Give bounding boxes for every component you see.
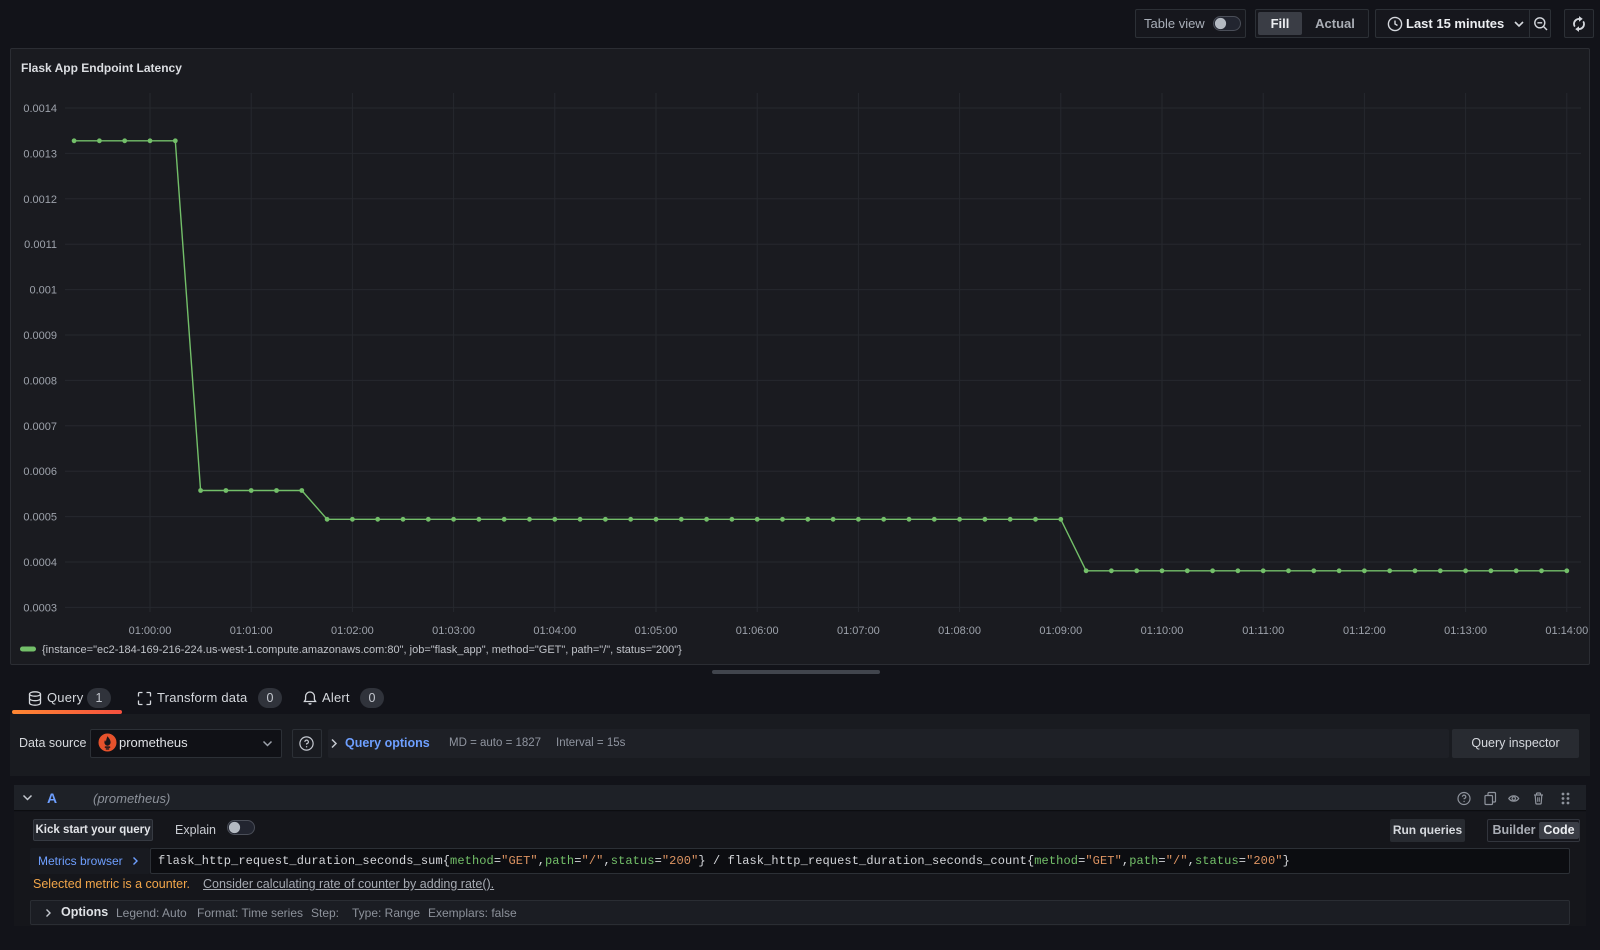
svg-text:01:09:00: 01:09:00 <box>1039 625 1082 637</box>
svg-text:0.0004: 0.0004 <box>23 557 57 569</box>
svg-text:01:02:00: 01:02:00 <box>331 625 374 637</box>
svg-text:01:01:00: 01:01:00 <box>230 625 273 637</box>
svg-text:{instance="ec2-184-169-216-224: {instance="ec2-184-169-216-224.us-west-1… <box>42 644 682 656</box>
svg-text:0.0013: 0.0013 <box>23 148 57 160</box>
svg-text:0.0007: 0.0007 <box>23 421 57 433</box>
svg-text:01:10:00: 01:10:00 <box>1141 625 1184 637</box>
svg-text:0.001: 0.001 <box>29 285 57 297</box>
svg-text:0.0006: 0.0006 <box>23 466 57 478</box>
svg-text:0.0012: 0.0012 <box>23 194 57 206</box>
svg-text:01:05:00: 01:05:00 <box>635 625 678 637</box>
svg-text:01:07:00: 01:07:00 <box>837 625 880 637</box>
svg-text:01:08:00: 01:08:00 <box>938 625 981 637</box>
svg-text:01:04:00: 01:04:00 <box>533 625 576 637</box>
svg-text:01:13:00: 01:13:00 <box>1444 625 1487 637</box>
svg-text:01:03:00: 01:03:00 <box>432 625 475 637</box>
svg-text:01:14:00: 01:14:00 <box>1545 625 1588 637</box>
svg-text:01:06:00: 01:06:00 <box>736 625 779 637</box>
svg-text:0.0014: 0.0014 <box>23 103 57 115</box>
svg-text:0.0011: 0.0011 <box>24 239 57 251</box>
svg-text:01:11:00: 01:11:00 <box>1242 625 1284 637</box>
svg-text:0.0005: 0.0005 <box>23 512 57 524</box>
svg-text:01:00:00: 01:00:00 <box>129 625 172 637</box>
svg-text:0.0009: 0.0009 <box>23 330 57 342</box>
svg-text:0.0003: 0.0003 <box>23 602 57 614</box>
svg-text:01:12:00: 01:12:00 <box>1343 625 1386 637</box>
svg-text:0.0008: 0.0008 <box>23 375 57 387</box>
